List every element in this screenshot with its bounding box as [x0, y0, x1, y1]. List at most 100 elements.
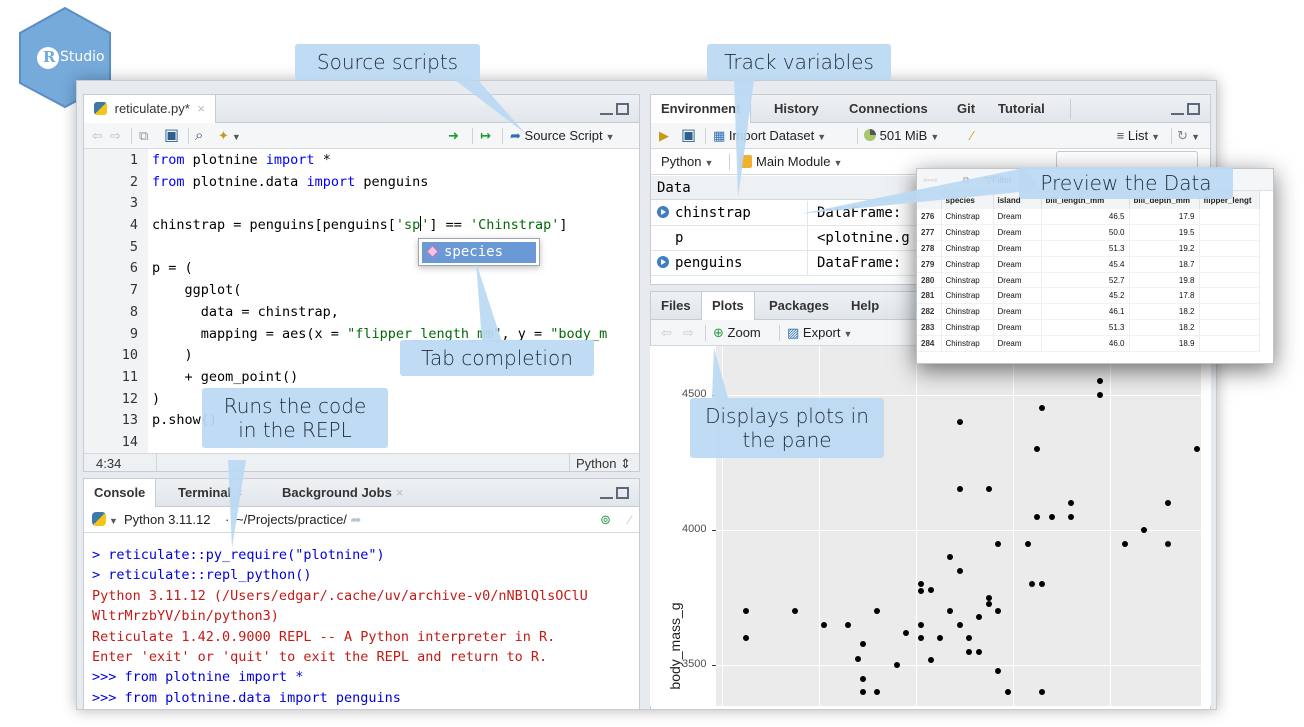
python-version[interactable]: Python 3.11.12	[124, 507, 211, 533]
close-icon[interactable]: ×	[235, 485, 243, 500]
expand-icon[interactable]	[657, 206, 669, 218]
toolbar-separator	[188, 128, 189, 144]
code-line: chinstrap = penguins[penguins['sp'] == '…	[152, 216, 568, 234]
clear-console-broom-icon[interactable]: ⁄	[629, 507, 631, 533]
environment-toolbar: ▶ ▣ ▦ Import Dataset ▼ 501 MiB ▼ ⁄ ≡ List ▼…	[651, 123, 1210, 149]
minimize-icon[interactable]	[1171, 103, 1184, 115]
view-mode-label: List	[1127, 128, 1149, 143]
tab-git[interactable]: Git	[947, 95, 985, 123]
language-dropdown[interactable]: Python ▼	[661, 149, 713, 175]
show-in-window-icon[interactable]: ⧉	[139, 123, 148, 149]
table-cell: Dream	[993, 224, 1042, 242]
next-plot-icon[interactable]: ⇨	[683, 320, 694, 346]
minimize-icon[interactable]	[600, 487, 613, 499]
save-icon[interactable]: ▣	[164, 123, 179, 149]
statusbar-divider	[156, 454, 157, 471]
cursor-position[interactable]: 4:34	[96, 454, 121, 471]
scatter-point	[743, 635, 750, 642]
expand-icon[interactable]	[657, 256, 669, 268]
scatter-point	[917, 581, 924, 588]
filter-button[interactable]: ▽Filter	[985, 169, 1012, 191]
rerun-icon[interactable]: ↦	[480, 123, 491, 149]
scatter-point	[995, 540, 1002, 547]
line-number: 3	[129, 195, 138, 212]
forward-arrow-icon[interactable]: ⇨	[110, 123, 121, 149]
import-dataset-button[interactable]: ▦ Import Dataset ▼	[713, 123, 826, 149]
view-mode-button[interactable]: ≡ List ▼	[1117, 123, 1160, 149]
tab-history[interactable]: History	[764, 95, 829, 123]
tab-tutorial[interactable]: Tutorial	[988, 95, 1055, 123]
memory-pie-icon	[864, 129, 876, 141]
line-number: 8	[129, 303, 138, 320]
zoom-label: Zoom	[727, 325, 761, 340]
list-icon: ≡	[1116, 128, 1125, 143]
refresh-icon[interactable]: ↻ ▼	[1177, 123, 1200, 149]
table-cell	[1199, 319, 1260, 336]
completion-item-species[interactable]: species	[422, 242, 536, 263]
console-output[interactable]: > reticulate::py_require("plotnine") > re…	[92, 545, 635, 708]
line-number: 5	[129, 238, 138, 255]
scatter-point	[995, 667, 1002, 674]
previous-plot-icon[interactable]: ⇦	[661, 320, 672, 346]
tab-console[interactable]: Console	[84, 479, 157, 508]
table-cell	[1199, 224, 1260, 242]
minimize-icon[interactable]	[600, 103, 613, 115]
zoom-button[interactable]: ⊕ Zoom	[713, 320, 761, 346]
tab-reticulate-py[interactable]: reticulate.py* ×	[84, 95, 216, 124]
table-cell: 284	[917, 335, 942, 352]
tab-help[interactable]: Help	[841, 292, 889, 320]
callout-preview-data: Preview the Data	[1019, 167, 1233, 199]
tab-background-jobs[interactable]: Background Jobs ×	[272, 479, 413, 507]
table-cell	[1199, 240, 1260, 257]
save-icon[interactable]: ▣	[681, 123, 696, 149]
close-icon[interactable]: ×	[396, 485, 404, 500]
toolbar-separator	[729, 154, 730, 170]
table-cell	[1199, 272, 1260, 289]
y-tick-mark	[712, 665, 716, 667]
table-cell: Chinstrap	[941, 209, 994, 226]
tab-packages[interactable]: Packages	[759, 292, 839, 320]
module-dropdown[interactable]: Main Module ▼	[739, 149, 842, 175]
maximize-icon[interactable]	[616, 103, 629, 115]
console-line: > reticulate::py_require("plotnine")	[92, 547, 385, 563]
export-button[interactable]: ▨ Export ▼	[787, 320, 852, 346]
magic-wand-icon[interactable]: ✦ ▼	[218, 123, 241, 149]
search-icon[interactable]: ⌕	[195, 123, 203, 149]
tab-connections[interactable]: Connections	[839, 95, 938, 123]
scatter-point	[956, 418, 963, 425]
completion-popup[interactable]: species	[418, 238, 540, 266]
import-table-icon: ▦	[713, 128, 726, 143]
show-in-window-icon[interactable]: ⧉	[963, 169, 969, 191]
tab-terminal[interactable]: Terminal ×	[168, 479, 253, 507]
maximize-icon[interactable]	[1187, 103, 1200, 115]
memory-usage-button[interactable]: 501 MiB ▼	[864, 123, 939, 149]
table-cell: Chinstrap	[941, 319, 994, 336]
back-arrow-icon[interactable]: ⇦⇨	[923, 169, 938, 191]
tab-plots[interactable]: Plots	[701, 292, 755, 321]
scatter-point	[995, 608, 1002, 615]
working-directory[interactable]: ~/Projects/practice/ ➦	[236, 507, 361, 533]
close-icon[interactable]: ×	[197, 101, 205, 116]
go-to-directory-icon[interactable]: ➦	[351, 512, 362, 527]
column-header[interactable]: species	[941, 191, 994, 209]
scatter-point	[903, 629, 910, 636]
table-cell: 45.4	[1041, 256, 1130, 273]
source-tabbar: reticulate.py* ×	[84, 95, 639, 124]
maximize-icon[interactable]	[616, 487, 629, 499]
source-script-button[interactable]: ➦ Source Script ▼	[510, 123, 615, 149]
scatter-point	[1034, 513, 1041, 520]
tab-files[interactable]: Files	[651, 292, 701, 320]
back-arrow-icon[interactable]: ⇦	[92, 123, 103, 149]
source-arrow-icon: ➦	[510, 128, 521, 143]
row-number-header[interactable]	[917, 191, 942, 209]
run-line-icon[interactable]: ➜	[448, 123, 459, 149]
load-workspace-icon[interactable]: ▶	[659, 123, 669, 149]
stop-icon[interactable]: ⊚	[600, 507, 611, 533]
language-selector[interactable]: Python ⇕	[576, 454, 631, 471]
section-label: Data	[657, 180, 691, 196]
y-tick-label: 4000	[682, 523, 707, 536]
tab-environment[interactable]: Environment	[651, 95, 752, 124]
clear-workspace-broom-icon[interactable]: ⁄	[971, 123, 973, 149]
table-cell: 277	[917, 224, 942, 242]
source-script-label: Source Script	[524, 128, 603, 143]
